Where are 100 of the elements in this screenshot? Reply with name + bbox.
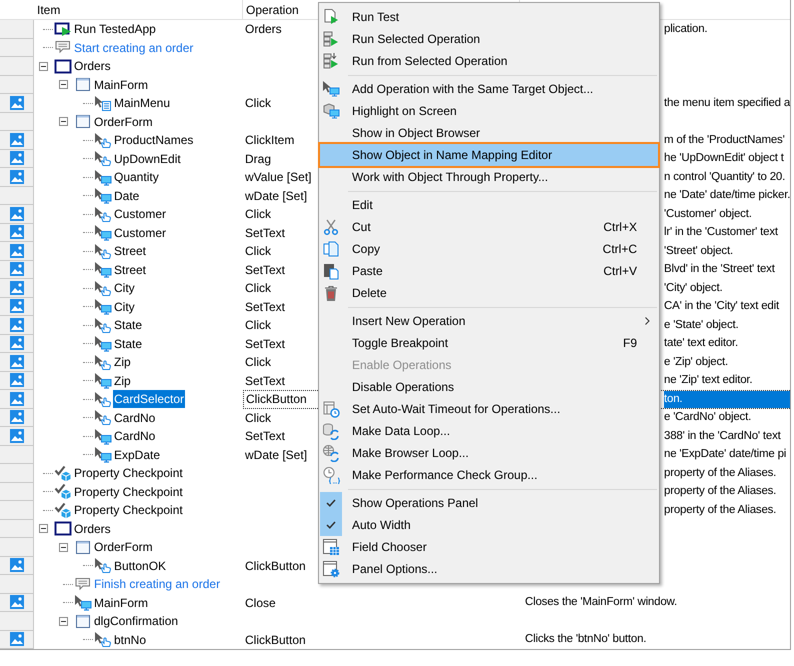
- row-header[interactable]: [0, 594, 34, 612]
- tree-item[interactable]: Zip: [113, 372, 132, 390]
- row-header[interactable]: [0, 334, 34, 353]
- menu-item[interactable]: Delete: [320, 282, 658, 304]
- tree-item[interactable]: btnNo: [113, 630, 148, 649]
- tree-item[interactable]: Customer: [113, 224, 168, 242]
- collapse-toggle[interactable]: [39, 524, 48, 534]
- collapse-toggle[interactable]: [59, 542, 68, 552]
- tree-item[interactable]: City: [113, 279, 136, 298]
- column-header[interactable]: Operation: [246, 3, 299, 17]
- tree-item[interactable]: MainForm: [93, 594, 150, 612]
- table-cell-text: SetText: [245, 336, 286, 353]
- comment-text[interactable]: Finish creating an order: [93, 575, 222, 594]
- tree-item[interactable]: Orders: [73, 57, 112, 76]
- tree-item[interactable]: Property Checkpoint: [73, 464, 184, 482]
- menu-item[interactable]: Run Test: [320, 6, 658, 28]
- menu-item[interactable]: Make Data Loop...: [320, 420, 658, 442]
- image-icon: [10, 244, 24, 258]
- tree-item[interactable]: Property Checkpoint: [73, 501, 184, 520]
- window-icon: [54, 520, 72, 538]
- menu-item[interactable]: Show Object in Name Mapping Editor: [320, 144, 658, 166]
- row-header[interactable]: [0, 630, 34, 649]
- table-cell-text: SetText: [245, 428, 286, 446]
- menu-item[interactable]: Set Auto-Wait Timeout for Operations...: [320, 398, 658, 420]
- tree-item[interactable]: OrderForm: [93, 112, 154, 131]
- row-header[interactable]: [0, 150, 34, 168]
- menu-item[interactable]: Disable Operations: [320, 376, 658, 398]
- row-header[interactable]: [0, 298, 34, 316]
- row-header[interactable]: [0, 372, 34, 390]
- collapse-toggle[interactable]: [59, 616, 68, 626]
- row-header[interactable]: [0, 260, 34, 279]
- run-document-icon: [322, 8, 340, 26]
- menu-item[interactable]: Make Browser Loop...: [320, 442, 658, 464]
- copy-icon: [322, 240, 340, 258]
- row-header[interactable]: [0, 316, 34, 334]
- menu-item[interactable]: Insert New Operation: [320, 310, 658, 332]
- table-cell-text: Blvd' in the 'Street' text: [664, 262, 776, 278]
- tree-item[interactable]: ExpDate: [113, 446, 162, 464]
- tree-item[interactable]: UpDownEdit: [113, 150, 182, 168]
- menu-item[interactable]: Field Chooser: [320, 536, 658, 558]
- tree-item[interactable]: Street: [113, 260, 148, 279]
- clock-braces-icon: [322, 466, 340, 484]
- tree-item[interactable]: MainMenu: [113, 94, 172, 112]
- menu-item[interactable]: Run from Selected Operation: [320, 50, 658, 72]
- comment-text[interactable]: Start creating an order: [73, 38, 194, 57]
- menu-item[interactable]: Show in Object Browser: [320, 122, 658, 144]
- row-header[interactable]: [0, 131, 34, 150]
- menu-item[interactable]: Add Operation with the Same Target Object...: [320, 78, 658, 100]
- tree-item[interactable]: OrderForm: [93, 538, 154, 556]
- row-header[interactable]: [0, 205, 34, 224]
- tree-item[interactable]: CardNo: [113, 408, 156, 427]
- row-header[interactable]: [0, 390, 34, 408]
- row-header[interactable]: [0, 168, 34, 186]
- tree-item[interactable]: MainForm: [93, 76, 150, 94]
- menu-item[interactable]: Toggle Breakpoint F9: [320, 332, 658, 354]
- menu-item[interactable]: Show Operations Panel: [320, 492, 658, 514]
- pointer-hand-icon: [94, 316, 112, 334]
- tree-item[interactable]: Property Checkpoint: [73, 482, 184, 501]
- menu-item[interactable]: Cut Ctrl+X: [320, 216, 658, 238]
- tree-item[interactable]: Customer: [113, 205, 168, 224]
- collapse-toggle[interactable]: [59, 80, 68, 90]
- row-header[interactable]: [0, 408, 34, 427]
- menu-item[interactable]: Run Selected Operation: [320, 28, 658, 50]
- row-header[interactable]: [0, 94, 34, 112]
- tree-item[interactable]: CardNo: [113, 427, 156, 446]
- menu-item[interactable]: Panel Options...: [320, 558, 658, 580]
- row-header[interactable]: [0, 427, 34, 446]
- column-header[interactable]: Item: [37, 3, 60, 17]
- table-cell-text: Click: [245, 317, 271, 334]
- tree-item[interactable]: dlgConfirmation: [93, 612, 180, 630]
- tree-item[interactable]: ProductNames: [113, 131, 194, 150]
- tree-item[interactable]: State: [113, 316, 144, 334]
- menu-item[interactable]: Work with Object Through Property...: [320, 166, 658, 188]
- row-header[interactable]: [0, 556, 34, 575]
- tree-item[interactable]: Date: [113, 186, 140, 205]
- globe-loop-icon: [322, 444, 340, 462]
- check-cube-icon: [54, 483, 72, 500]
- menu-item[interactable]: Edit: [320, 194, 658, 216]
- tree-item[interactable]: CardSelector: [113, 390, 186, 408]
- menu-item[interactable]: Highlight on Screen: [320, 100, 658, 122]
- tree-item[interactable]: State: [113, 334, 144, 353]
- tree-item[interactable]: Orders: [73, 520, 112, 538]
- row-header[interactable]: [0, 353, 34, 372]
- menu-item[interactable]: Auto Width: [320, 514, 658, 536]
- row-header[interactable]: [0, 242, 34, 260]
- tree-item[interactable]: Street: [113, 242, 148, 260]
- tree-item[interactable]: Quantity: [113, 168, 160, 186]
- menu-item[interactable]: Copy Ctrl+C: [320, 238, 658, 260]
- collapse-toggle[interactable]: [59, 117, 68, 126]
- tree-item[interactable]: ButtonOK: [113, 556, 168, 575]
- grid-clock-icon: [322, 400, 340, 418]
- row-header[interactable]: [0, 224, 34, 242]
- tree-item[interactable]: City: [113, 298, 136, 316]
- row-header[interactable]: [0, 279, 34, 298]
- collapse-toggle[interactable]: [39, 62, 48, 71]
- tree-item[interactable]: Zip: [113, 353, 132, 372]
- table-cell-text: property of the Aliases.: [664, 502, 778, 518]
- menu-item[interactable]: Make Performance Check Group...: [320, 464, 658, 486]
- tree-item[interactable]: Run TestedApp: [73, 20, 157, 38]
- menu-item[interactable]: Paste Ctrl+V: [320, 260, 658, 282]
